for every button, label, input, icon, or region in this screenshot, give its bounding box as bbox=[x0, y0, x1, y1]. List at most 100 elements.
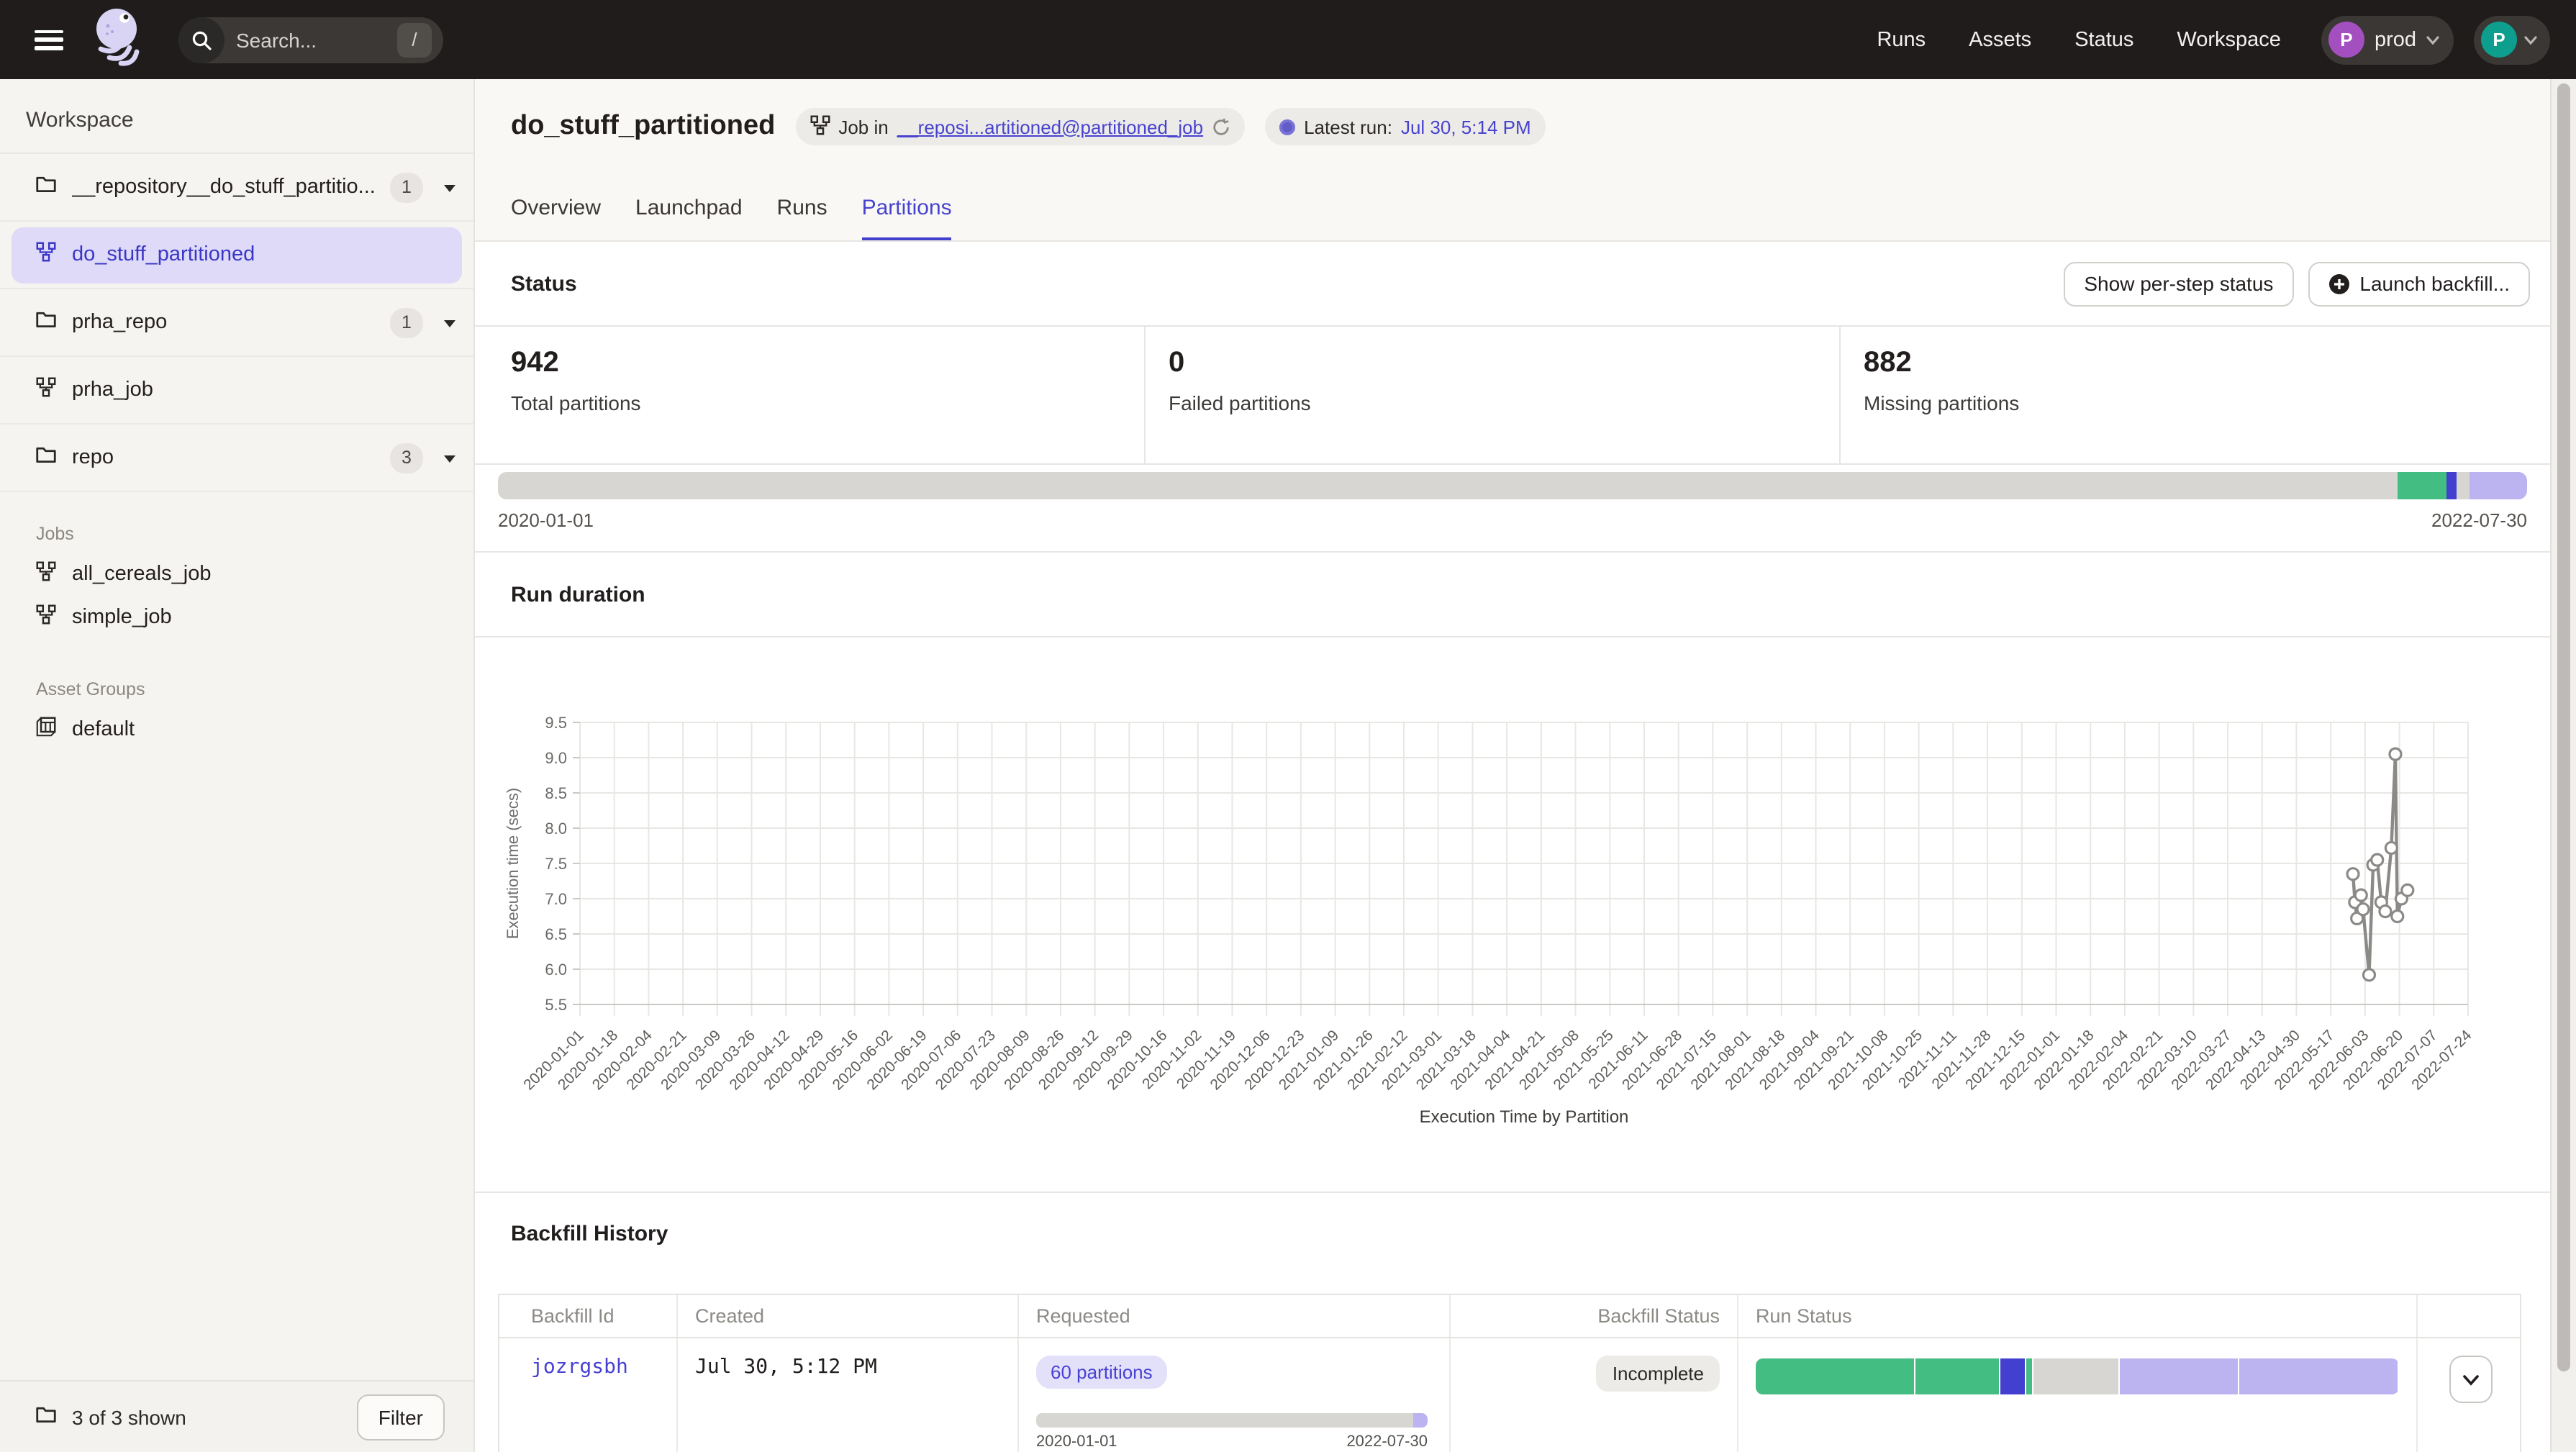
chart-point[interactable] bbox=[2390, 748, 2401, 760]
job-tag: Job in __reposi...artitioned@partitioned… bbox=[795, 108, 1245, 145]
sidebar-title: Workspace bbox=[0, 79, 473, 154]
chart-point[interactable] bbox=[2347, 868, 2359, 880]
chart-point[interactable] bbox=[2402, 884, 2413, 896]
stat-label: Failed partitions bbox=[1169, 391, 1839, 414]
y-tick-label: 8.0 bbox=[545, 820, 567, 838]
sidebar-item-repo[interactable]: repo3 bbox=[0, 425, 473, 492]
requested-range-end: 2022-07-30 bbox=[1346, 1433, 1428, 1451]
sidebar-asset-group-default[interactable]: default bbox=[0, 708, 473, 751]
folder-icon bbox=[36, 1404, 56, 1430]
search-icon bbox=[178, 17, 225, 63]
latest-run-label: Latest run: bbox=[1304, 116, 1392, 137]
latest-run-time-link[interactable]: Jul 30, 5:14 PM bbox=[1401, 116, 1531, 137]
y-tick-label: 7.0 bbox=[545, 890, 567, 908]
deployment-switcher[interactable]: P prod bbox=[2321, 15, 2454, 64]
expand-row-button[interactable] bbox=[2449, 1356, 2493, 1403]
tab-partitions[interactable]: Partitions bbox=[862, 196, 952, 240]
plus-circle-icon bbox=[2328, 273, 2349, 294]
y-tick-label: 9.5 bbox=[545, 714, 567, 732]
job-icon bbox=[36, 604, 56, 631]
stat-failed-partitions: 0Failed partitions bbox=[1144, 327, 1839, 463]
sidebar-item--repository-do-stuff-partitio-[interactable]: __repository__do_stuff_partitio...1 bbox=[0, 154, 473, 222]
refresh-icon[interactable] bbox=[1212, 117, 1230, 136]
stat-missing-partitions: 882 Missing partitions bbox=[1839, 327, 2550, 463]
job-tag-link[interactable]: __reposi...artitioned@partitioned_job bbox=[897, 116, 1203, 137]
search-placeholder: Search... bbox=[236, 28, 317, 51]
job-icon bbox=[36, 376, 56, 404]
folder-icon bbox=[36, 309, 56, 335]
bar-segment bbox=[2121, 1358, 2239, 1394]
main-content: do_stuff_partitioned Job in __reposi...a… bbox=[475, 79, 2550, 1452]
chevron-down-icon bbox=[2524, 35, 2537, 44]
y-axis-title: Execution time (secs) bbox=[504, 788, 522, 939]
caret-down-icon[interactable] bbox=[443, 174, 456, 200]
x-axis-title: Execution Time by Partition bbox=[1420, 1107, 1629, 1127]
bar-segment bbox=[1036, 1413, 1414, 1428]
page-title: do_stuff_partitioned bbox=[511, 111, 775, 142]
job-tag-prefix: Job in bbox=[838, 116, 888, 137]
chart-point[interactable] bbox=[2380, 906, 2391, 917]
user-avatar: P bbox=[2481, 22, 2517, 58]
bar-segment bbox=[2398, 472, 2446, 499]
scrollbar-thumb[interactable] bbox=[2557, 83, 2570, 1371]
tab-runs[interactable]: Runs bbox=[777, 196, 827, 240]
nav-runs[interactable]: Runs bbox=[1877, 28, 1926, 51]
job-icon bbox=[36, 561, 56, 588]
y-tick-label: 7.5 bbox=[545, 855, 567, 873]
top-nav-links: Runs Assets Status Workspace bbox=[1877, 28, 2281, 51]
sidebar-footer: 3 of 3 shown Filter bbox=[0, 1380, 473, 1452]
hamburger-menu-icon[interactable] bbox=[35, 30, 63, 50]
chart-point[interactable] bbox=[2392, 911, 2403, 922]
caret-down-icon[interactable] bbox=[443, 309, 456, 335]
page-tabs: Overview Launchpad Runs Partitions bbox=[511, 196, 952, 240]
chart-point[interactable] bbox=[2355, 889, 2367, 901]
nav-assets[interactable]: Assets bbox=[1969, 28, 2031, 51]
chart-point[interactable] bbox=[2385, 842, 2397, 853]
chart-point[interactable] bbox=[2372, 854, 2383, 866]
stat-label: Total partitions bbox=[511, 391, 1144, 414]
sidebar-item-do-stuff-partitioned[interactable]: do_stuff_partitioned bbox=[0, 222, 473, 289]
backfill-created-time: Jul 30, 5:12 PM bbox=[695, 1356, 877, 1379]
show-per-step-status-button[interactable]: Show per-step status bbox=[2064, 261, 2293, 306]
run-status-bar[interactable] bbox=[1756, 1358, 2399, 1394]
requested-partition-bar bbox=[1036, 1413, 1428, 1428]
col-actions bbox=[2418, 1295, 2523, 1337]
dagster-app: Search... / Runs Assets Status Workspace… bbox=[0, 0, 2576, 1452]
col-backfill-id: Backfill Id bbox=[499, 1295, 678, 1337]
sidebar-job-all-cereals-job[interactable]: all_cereals_job bbox=[0, 553, 473, 596]
run-duration-section-header: Run duration bbox=[475, 553, 2550, 637]
run-duration-chart: 2020-01-012020-01-182020-02-042020-02-21… bbox=[475, 637, 2524, 1184]
run-duration-heading: Run duration bbox=[511, 582, 645, 607]
chart-point[interactable] bbox=[2357, 904, 2369, 915]
launch-backfill-button[interactable]: Launch backfill... bbox=[2308, 261, 2530, 306]
user-menu[interactable]: P bbox=[2474, 15, 2550, 64]
jobs-section-title: Jobs bbox=[0, 512, 473, 553]
bar-segment bbox=[2446, 472, 2456, 499]
y-tick-label: 5.5 bbox=[545, 996, 567, 1014]
grid-icon bbox=[36, 716, 56, 743]
nav-status[interactable]: Status bbox=[2074, 28, 2133, 51]
backfill-status-badge: Incomplete bbox=[1597, 1356, 1720, 1392]
filter-button[interactable]: Filter bbox=[357, 1394, 445, 1440]
stat-value: 882 bbox=[1864, 347, 2550, 380]
sidebar-item-prha-repo[interactable]: prha_repo1 bbox=[0, 289, 473, 357]
caret-down-icon[interactable] bbox=[443, 445, 456, 471]
stat-label: Missing partitions bbox=[1864, 391, 2550, 414]
vertical-scrollbar[interactable] bbox=[2550, 79, 2576, 1452]
sidebar-job-simple-job[interactable]: simple_job bbox=[0, 596, 473, 639]
tab-overview[interactable]: Overview bbox=[511, 196, 601, 240]
partition-range-start: 2020-01-01 bbox=[498, 509, 594, 531]
dagster-logo-icon[interactable] bbox=[89, 6, 147, 73]
tab-launchpad[interactable]: Launchpad bbox=[635, 196, 743, 240]
run-status-dot-icon bbox=[1279, 119, 1295, 135]
requested-partitions-badge[interactable]: 60 partitions bbox=[1036, 1356, 1167, 1389]
sidebar-item-prha-job[interactable]: prha_job bbox=[0, 357, 473, 425]
partition-status-bar[interactable] bbox=[498, 472, 2527, 499]
chart-point[interactable] bbox=[2363, 969, 2375, 981]
y-tick-label: 9.0 bbox=[545, 749, 567, 767]
y-tick-label: 6.5 bbox=[545, 925, 567, 943]
global-search-input[interactable]: Search... / bbox=[178, 17, 443, 63]
backfill-id-link[interactable]: jozrgsbh bbox=[531, 1356, 628, 1379]
nav-workspace[interactable]: Workspace bbox=[2177, 28, 2281, 51]
item-count-badge: 3 bbox=[390, 443, 423, 473]
